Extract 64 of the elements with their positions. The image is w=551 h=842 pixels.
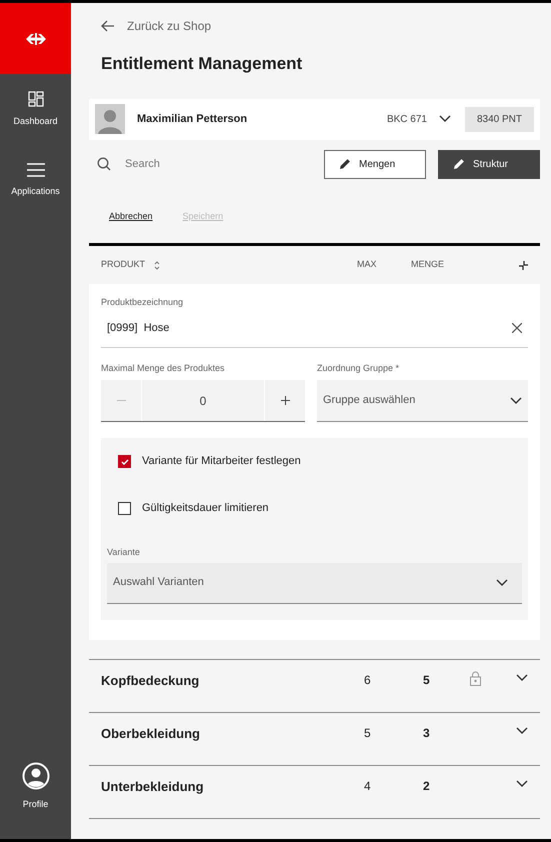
checkmark-icon [120,458,128,464]
variant-select[interactable]: Auswahl Varianten [107,562,522,604]
checkbox[interactable] [118,455,131,468]
chevron-down-icon [516,780,528,788]
category-name: Unterbekleidung [101,778,205,796]
points-badge: 8340 PNT [464,106,534,132]
max-value: 6 [364,672,372,688]
page-title: Entitlement Management [101,53,304,75]
plus-icon [280,396,290,405]
account-dropdown[interactable]: BKC 671 [386,112,451,126]
chevron-down-icon [516,726,528,734]
pencil-icon [453,158,465,170]
chevron-down-icon [438,115,451,123]
field-label: Maximal Menge des Produktes [101,362,226,375]
profile-item[interactable]: Profile [0,762,71,839]
category-row[interactable]: Unterbekleidung 4 2 [89,764,540,818]
checkbox-label: Gültigkeitsdauer limitieren [142,501,269,516]
edit-button[interactable]: Struktur [438,150,540,178]
group-select[interactable]: Gruppe auswählen [317,380,528,422]
field-label: Zuordnung Gruppe * [317,362,400,375]
action-link[interactable]: Abbrechen [109,210,153,223]
column-header[interactable]: PRODUKT [101,258,357,272]
category-name: Kopfbedeckung [101,672,200,690]
column-header: MAX [357,258,378,272]
back-link[interactable]: Zurück zu Shop [101,17,540,35]
checkbox[interactable] [118,502,131,515]
lock-icon [470,670,481,686]
max-value: 5 [364,724,372,742]
sidebar-item[interactable]: Dashboard [0,74,71,145]
chevron-down-icon [496,578,508,586]
quantity-value: 2 [423,778,431,794]
quantity-value: 0 [198,392,208,410]
avatar [95,104,125,134]
double-arrow-logo-icon [26,32,46,44]
category-row[interactable]: Oberbekleidung 5 3 [89,712,540,764]
chevron-down-icon [510,396,522,404]
minus-icon [116,400,126,401]
checkbox-label: Variante für Mitarbeiter festlegen [142,454,301,470]
sidebar-item[interactable]: Applications [0,145,71,216]
user-icon [22,762,50,790]
search-field[interactable]: Search [125,156,324,172]
edit-button[interactable]: Mengen [324,150,426,178]
max-value: 4 [364,778,372,794]
category-name: Oberbekleidung [101,724,201,743]
product-name: Hose [144,322,170,334]
product-code: [0999] [107,322,138,334]
pencil-icon [339,158,351,170]
product-field[interactable]: [0999] Hose [101,310,528,348]
arrow-left-icon [101,20,115,32]
quantity-value: 3 [423,724,431,742]
quantity-value: 5 [423,672,431,688]
menu-icon [26,162,44,177]
user-name: Maximilian Petterson [137,112,248,127]
column-header: MENGE [411,258,446,272]
chevron-down-icon [516,674,528,682]
search-icon [97,157,111,171]
sort-icon [154,260,160,270]
collapse-icon[interactable] [519,260,528,270]
close-icon[interactable] [512,323,522,333]
field-label: Produktbezeichnung [101,296,184,309]
field-label: Variante [107,546,141,559]
dashboard-icon [28,90,44,107]
logo-tile[interactable] [0,3,71,74]
category-row[interactable]: Kopfbedeckung 6 5 [89,658,540,712]
